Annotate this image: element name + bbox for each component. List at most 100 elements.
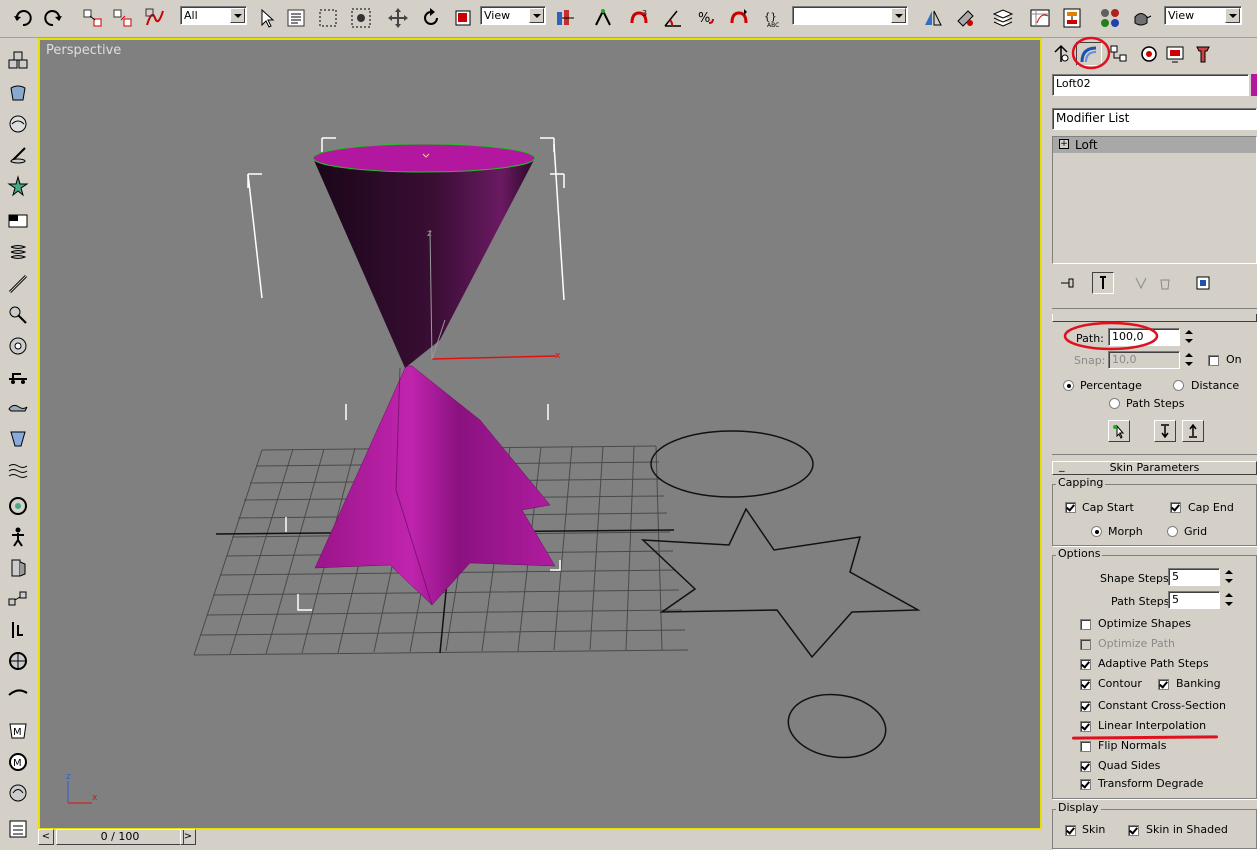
- point-to-point-icon[interactable]: [5, 586, 31, 612]
- named-selection-icon[interactable]: {} ABC: [760, 4, 786, 32]
- schematic-view-icon[interactable]: [1059, 4, 1085, 32]
- pin-stack-icon[interactable]: [1056, 272, 1078, 294]
- preview-animation-icon[interactable]: M: [5, 749, 31, 775]
- display-tab[interactable]: [1162, 42, 1188, 66]
- cloth-collection-icon[interactable]: [5, 80, 31, 106]
- wind-icon[interactable]: [5, 333, 31, 359]
- transform-degrade-checkbox[interactable]: [1080, 779, 1091, 790]
- curve-editor-icon[interactable]: [1027, 4, 1053, 32]
- motor-icon[interactable]: [5, 302, 31, 328]
- banking-checkbox[interactable]: [1158, 679, 1169, 690]
- selection-filter-dropdown[interactable]: All: [180, 6, 247, 25]
- manipulate-icon[interactable]: [590, 4, 616, 32]
- rigid-body-collection-icon[interactable]: [5, 48, 31, 74]
- show-end-result-icon[interactable]: [1092, 272, 1114, 294]
- analyze-world-icon[interactable]: [5, 780, 31, 806]
- path-steps-spinner[interactable]: [1224, 591, 1234, 609]
- soft-body-collection-icon[interactable]: [5, 111, 31, 137]
- spring-icon[interactable]: [5, 240, 31, 266]
- rope-collection-icon[interactable]: [5, 142, 31, 168]
- water-waves-icon[interactable]: [5, 457, 31, 483]
- utilities-tab[interactable]: [1190, 42, 1216, 66]
- bind-spacewarp-icon[interactable]: [142, 4, 168, 32]
- linear-interpolation-checkbox[interactable]: [1080, 721, 1091, 732]
- adaptive-path-steps-checkbox[interactable]: [1080, 659, 1091, 670]
- pick-shape-button[interactable]: [1108, 420, 1130, 442]
- contour-checkbox[interactable]: [1080, 679, 1091, 690]
- named-selection-dropdown[interactable]: [792, 6, 908, 25]
- shape-steps-spinner[interactable]: [1224, 568, 1234, 586]
- toy-car-icon[interactable]: [5, 364, 31, 390]
- select-link-icon[interactable]: [80, 4, 106, 32]
- shape-steps-field[interactable]: 5: [1168, 568, 1220, 586]
- path-steps-field[interactable]: 5: [1168, 591, 1220, 609]
- path-steps-radio[interactable]: [1109, 398, 1120, 409]
- dashpot-icon[interactable]: [5, 271, 31, 297]
- object-color-swatch[interactable]: [1251, 74, 1257, 96]
- ragdoll-icon[interactable]: [5, 524, 31, 550]
- mirror-icon[interactable]: [920, 4, 946, 32]
- snap-on-checkbox[interactable]: [1208, 355, 1219, 366]
- redo-icon[interactable]: [40, 4, 66, 32]
- snap-value-field[interactable]: 10,0: [1108, 351, 1180, 369]
- plane-icon[interactable]: [5, 208, 31, 234]
- select-by-name-icon[interactable]: [283, 4, 309, 32]
- spinner-snap-icon[interactable]: [726, 4, 752, 32]
- configure-sets-icon[interactable]: [1192, 272, 1214, 294]
- fracture-shard-icon[interactable]: [5, 679, 31, 705]
- perspective-viewport[interactable]: Perspective z x z x: [38, 38, 1042, 830]
- prev-shape-button[interactable]: [1154, 420, 1176, 442]
- constant-cross-section-checkbox[interactable]: [1080, 701, 1091, 712]
- car-wheel-icon[interactable]: [5, 648, 31, 674]
- material-editor-icon[interactable]: [1097, 4, 1123, 32]
- next-shape-button[interactable]: [1182, 420, 1204, 442]
- motion-capture-icon[interactable]: M: [5, 718, 31, 744]
- layer-manager-icon[interactable]: [990, 4, 1016, 32]
- snap-spinner[interactable]: [1184, 351, 1194, 369]
- fracture-icon[interactable]: [5, 395, 31, 421]
- object-name-field[interactable]: Loft02: [1052, 74, 1249, 96]
- quad-sides-checkbox[interactable]: [1080, 761, 1091, 772]
- select-icon[interactable]: [254, 4, 280, 32]
- scale-icon[interactable]: [450, 4, 476, 32]
- optimize-shapes-checkbox[interactable]: [1080, 619, 1091, 630]
- stack-item-loft[interactable]: + Loft: [1053, 137, 1256, 153]
- deforming-mesh-icon[interactable]: [5, 173, 31, 199]
- prev-frame-button[interactable]: <: [38, 829, 54, 845]
- percentage-radio[interactable]: [1063, 380, 1074, 391]
- angle-snap-icon[interactable]: [660, 4, 686, 32]
- hinge-icon[interactable]: [5, 555, 31, 581]
- rect-region-icon[interactable]: [315, 4, 341, 32]
- window-crossing-icon[interactable]: [348, 4, 374, 32]
- skin-in-shaded-checkbox[interactable]: [1128, 825, 1139, 836]
- morph-radio[interactable]: [1091, 526, 1102, 537]
- rotate-icon[interactable]: [418, 4, 444, 32]
- unlink-icon[interactable]: [110, 4, 136, 32]
- time-slider[interactable]: 0 / 100: [56, 829, 184, 845]
- skin-checkbox[interactable]: [1065, 825, 1076, 836]
- motion-tab[interactable]: [1136, 42, 1162, 66]
- reactor-properties-icon[interactable]: [5, 816, 31, 842]
- distance-radio[interactable]: [1173, 380, 1184, 391]
- undo-icon[interactable]: [10, 4, 36, 32]
- render-scene-icon[interactable]: [1128, 4, 1154, 32]
- path-spinner[interactable]: [1184, 328, 1194, 346]
- cap-start-checkbox[interactable]: [1065, 502, 1076, 513]
- percent-snap-icon[interactable]: %: [693, 4, 719, 32]
- modifier-list-dropdown[interactable]: Modifier List: [1052, 108, 1257, 130]
- prismatic-icon[interactable]: [5, 617, 31, 643]
- optimize-path-checkbox[interactable]: [1080, 639, 1091, 650]
- snap-3d-icon[interactable]: 3: [626, 4, 652, 32]
- next-frame-button[interactable]: >: [180, 829, 196, 845]
- stack-expand-icon[interactable]: +: [1059, 139, 1069, 149]
- reference-coord-dropdown[interactable]: View: [480, 6, 546, 25]
- move-icon[interactable]: [385, 4, 411, 32]
- skin-parameters-rollout-header[interactable]: _ Skin Parameters: [1052, 460, 1257, 475]
- view-dropdown[interactable]: View: [1164, 6, 1242, 25]
- constraint-solver-icon[interactable]: [5, 493, 31, 519]
- cap-end-checkbox[interactable]: [1170, 502, 1181, 513]
- water-icon[interactable]: [5, 426, 31, 452]
- grid-radio[interactable]: [1167, 526, 1178, 537]
- pivot-icon[interactable]: [552, 4, 578, 32]
- flip-normals-checkbox[interactable]: [1080, 741, 1091, 752]
